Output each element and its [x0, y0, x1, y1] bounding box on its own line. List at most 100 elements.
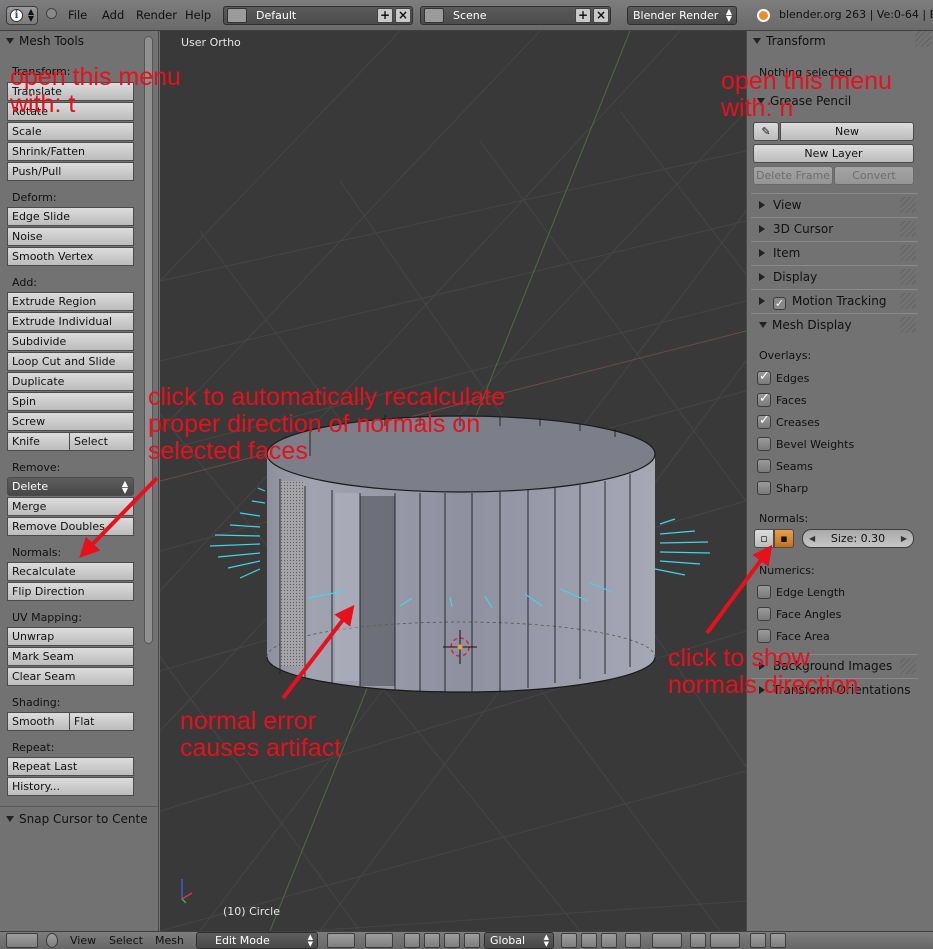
panel-grip-icon[interactable] — [900, 245, 916, 261]
remove-doubles-button[interactable]: Remove Doubles — [7, 517, 134, 536]
viewport-shading-icon[interactable] — [327, 933, 355, 948]
motion-tracking-panel-header[interactable]: ✓ Motion Tracking — [751, 289, 918, 312]
smooth-shading-button[interactable]: Smooth — [7, 712, 70, 731]
face-normals-icon[interactable]: ▪ — [774, 529, 794, 548]
vertex-normals-icon[interactable]: ▫ — [754, 529, 774, 548]
shrink-fatten-button[interactable]: Shrink/Fatten — [7, 142, 134, 161]
vertex-select-icon[interactable] — [561, 933, 577, 948]
render-engine-select[interactable]: Blender Render ▲ ▼ — [627, 6, 737, 25]
tool-shelf-scrollbar[interactable] — [144, 36, 153, 644]
face-select-icon[interactable] — [601, 933, 617, 948]
view-panel-header[interactable]: View — [751, 193, 918, 216]
add-scene-icon[interactable]: + — [575, 8, 591, 23]
snap-element-icon[interactable] — [710, 933, 740, 948]
mesh-tools-header[interactable]: Mesh Tools — [6, 34, 84, 48]
flip-direction-button[interactable]: Flip Direction — [7, 582, 134, 601]
unwrap-button[interactable]: Unwrap — [7, 627, 134, 646]
item-panel-header[interactable]: Item — [751, 241, 918, 264]
menu-render[interactable]: Render — [136, 8, 177, 22]
rotate-manipulator-icon[interactable] — [444, 933, 460, 948]
spin-button[interactable]: Spin — [7, 392, 134, 411]
menu-help[interactable]: Help — [185, 8, 211, 22]
panel-grip-icon[interactable] — [900, 197, 916, 213]
recalculate-button[interactable]: Recalculate — [7, 562, 134, 581]
pencil-icon[interactable]: ✎ — [753, 122, 779, 141]
3d-viewport[interactable]: User Ortho (10) Circle — [160, 31, 746, 931]
pivot-point-icon[interactable] — [365, 933, 393, 948]
panel-grip-icon[interactable] — [900, 221, 916, 237]
new-grease-pencil-button[interactable]: New — [780, 122, 914, 141]
knife-button[interactable]: Knife — [7, 432, 70, 451]
scene-field[interactable]: Scene + × — [420, 6, 611, 25]
duplicate-button[interactable]: Duplicate — [7, 372, 134, 391]
faces-checkbox[interactable] — [757, 391, 771, 407]
editor-type-button[interactable]: i ▲ ▼ — [6, 6, 38, 25]
translate-manipulator-icon[interactable] — [424, 933, 440, 948]
face-angles-checkbox[interactable] — [757, 607, 771, 621]
collapse-menus-icon[interactable] — [46, 8, 57, 19]
decrement-arrow-icon[interactable]: ◀ — [809, 530, 815, 547]
edge-length-checkbox[interactable] — [757, 585, 771, 599]
menu-file[interactable]: File — [68, 8, 87, 22]
creases-checkbox[interactable] — [757, 413, 771, 429]
loop-cut-slide-button[interactable]: Loop Cut and Slide — [7, 352, 134, 371]
snap-icon[interactable] — [690, 933, 706, 948]
edge-select-icon[interactable] — [581, 933, 597, 948]
menu-select[interactable]: Select — [109, 934, 143, 947]
merge-button[interactable]: Merge — [7, 497, 134, 516]
new-layer-button[interactable]: New Layer — [753, 144, 914, 163]
noise-button[interactable]: Noise — [7, 227, 134, 246]
display-panel-header[interactable]: Display — [751, 265, 918, 288]
history-button[interactable]: History... — [7, 777, 134, 796]
orientation-select[interactable]: Global ▲ ▼ — [484, 932, 554, 949]
face-area-checkbox[interactable] — [757, 629, 771, 643]
delete-menu[interactable]: Delete ▲ ▼ — [7, 477, 134, 496]
push-pull-button[interactable]: Push/Pull — [7, 162, 134, 181]
add-layout-icon[interactable]: + — [377, 8, 393, 23]
subdivide-button[interactable]: Subdivide — [7, 332, 134, 351]
remove-layout-icon[interactable]: × — [395, 8, 411, 23]
motion-tracking-checkbox[interactable]: ✓ — [773, 297, 786, 310]
menu-add[interactable]: Add — [102, 8, 124, 22]
panel-grip-icon[interactable] — [915, 31, 931, 47]
limit-selection-icon[interactable] — [625, 933, 641, 948]
editor-type-button[interactable] — [6, 933, 38, 948]
collapse-menus-icon[interactable] — [46, 933, 58, 948]
mesh-display-panel-header[interactable]: Mesh Display — [751, 313, 918, 336]
render-still-icon[interactable] — [750, 933, 766, 948]
seams-checkbox[interactable] — [757, 459, 771, 473]
panel-grip-icon[interactable] — [900, 317, 916, 333]
extrude-individual-button[interactable]: Extrude Individual — [7, 312, 134, 331]
smooth-vertex-button[interactable]: Smooth Vertex — [7, 247, 134, 266]
mark-seam-button[interactable]: Mark Seam — [7, 647, 134, 666]
delete-frame-button[interactable]: Delete Frame — [753, 166, 833, 185]
knife-select-button[interactable]: Select — [69, 432, 134, 451]
repeat-last-button[interactable]: Repeat Last — [7, 757, 134, 776]
sharp-checkbox[interactable] — [757, 481, 771, 495]
panel-grip-icon[interactable] — [900, 269, 916, 285]
transform-panel-header[interactable]: Transform — [753, 34, 826, 48]
convert-button[interactable]: Convert — [834, 166, 914, 185]
menu-mesh[interactable]: Mesh — [155, 934, 184, 947]
clear-seam-button[interactable]: Clear Seam — [7, 667, 134, 686]
remove-scene-icon[interactable]: × — [593, 8, 609, 23]
screw-button[interactable]: Screw — [7, 412, 134, 431]
menu-view[interactable]: View — [70, 934, 96, 947]
snap-cursor-panel-header[interactable]: Snap Cursor to Cente — [6, 812, 148, 826]
edges-checkbox[interactable] — [757, 369, 771, 385]
3d-cursor-panel-header[interactable]: 3D Cursor — [751, 217, 918, 240]
edge-slide-button[interactable]: Edge Slide — [7, 207, 134, 226]
scale-button[interactable]: Scale — [7, 122, 134, 141]
render-animation-icon[interactable] — [770, 933, 786, 948]
panel-grip-icon[interactable] — [900, 658, 916, 674]
scale-manipulator-icon[interactable] — [464, 933, 480, 948]
extrude-region-button[interactable]: Extrude Region — [7, 292, 134, 311]
mode-select[interactable]: Edit Mode ▲ ▼ — [196, 932, 318, 949]
increment-arrow-icon[interactable]: ▶ — [901, 530, 907, 547]
manipulator-icon[interactable] — [404, 933, 420, 948]
proportional-editing-icon[interactable] — [652, 933, 682, 948]
bevel-weights-checkbox[interactable] — [757, 437, 771, 451]
normal-size-field[interactable]: ◀ Size: 0.30 ▶ — [802, 529, 914, 548]
screen-layout-field[interactable]: Default + × — [223, 6, 413, 25]
flat-shading-button[interactable]: Flat — [69, 712, 134, 731]
